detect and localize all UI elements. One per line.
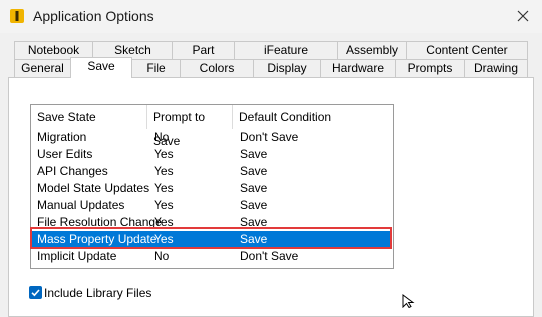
tab-display[interactable]: Display	[253, 59, 321, 78]
cell-save-state: Model State Updates	[37, 181, 150, 195]
include-library-files-label: Include Library Files	[44, 286, 152, 300]
column-header-prompt-to-save[interactable]: Prompt to Save	[147, 105, 233, 148]
mouse-cursor-icon	[402, 294, 415, 308]
cell-prompt: Yes	[154, 181, 174, 195]
cell-prompt: No	[154, 249, 170, 263]
check-icon	[31, 289, 40, 297]
cell-save-state: User Edits	[37, 147, 93, 161]
table-row[interactable]: Migration No Don't Save	[32, 129, 392, 145]
cell-save-state: Implicit Update	[37, 249, 117, 263]
app-icon	[10, 9, 24, 23]
close-icon[interactable]	[512, 6, 534, 26]
cell-save-state: File Resolution Change	[37, 215, 162, 229]
cell-default: Don't Save	[240, 130, 299, 144]
tab-colors[interactable]: Colors	[180, 59, 254, 78]
cell-default: Save	[240, 147, 268, 161]
cell-default: Save	[240, 232, 268, 246]
tab-prompts[interactable]: Prompts	[395, 59, 465, 78]
tab-save[interactable]: Save	[70, 57, 132, 78]
table-row[interactable]: API Changes Yes Save	[32, 163, 392, 179]
cell-default: Save	[240, 215, 268, 229]
cell-default: Save	[240, 164, 268, 178]
table-row[interactable]: User Edits Yes Save	[32, 146, 392, 162]
column-header-default-condition[interactable]: Default Condition	[233, 105, 393, 129]
tab-hardware[interactable]: Hardware	[320, 59, 396, 78]
tab-file[interactable]: File	[131, 59, 181, 78]
cell-prompt: Yes	[154, 164, 174, 178]
cell-save-state: Mass Property Update	[37, 232, 157, 246]
tab-part[interactable]: Part	[172, 41, 235, 60]
tab-content-center[interactable]: Content Center	[406, 41, 528, 60]
table-row[interactable]: File Resolution Change Yes Save	[32, 214, 392, 230]
cell-prompt: Yes	[154, 215, 174, 229]
save-state-table[interactable]: Save State Prompt to Save Default Condit…	[30, 104, 394, 269]
tab-assembly[interactable]: Assembly	[337, 41, 407, 60]
include-library-files-checkbox[interactable]	[29, 286, 42, 299]
cell-prompt: Yes	[154, 198, 174, 212]
cell-save-state: Migration	[37, 130, 87, 144]
table-row[interactable]: Manual Updates Yes Save	[32, 197, 392, 213]
table-row[interactable]: Model State Updates Yes Save	[32, 180, 392, 196]
column-header-save-state[interactable]: Save State	[31, 105, 147, 129]
cell-prompt: Yes	[154, 232, 174, 246]
cell-prompt: Yes	[154, 147, 174, 161]
cell-save-state: API Changes	[37, 164, 108, 178]
cell-save-state: Manual Updates	[37, 198, 125, 212]
table-row[interactable]: Implicit Update No Don't Save	[32, 248, 392, 264]
cell-prompt: No	[154, 130, 170, 144]
tab-ifeature[interactable]: iFeature	[234, 41, 338, 60]
title-bar: Application Options	[0, 0, 542, 33]
cell-default: Save	[240, 198, 268, 212]
cell-default: Don't Save	[240, 249, 299, 263]
table-row-selected[interactable]: Mass Property Update Yes Save	[32, 231, 392, 248]
cell-default: Save	[240, 181, 268, 195]
tab-general[interactable]: General	[14, 59, 71, 78]
window-title: Application Options	[33, 8, 154, 24]
tab-drawing[interactable]: Drawing	[464, 59, 528, 78]
